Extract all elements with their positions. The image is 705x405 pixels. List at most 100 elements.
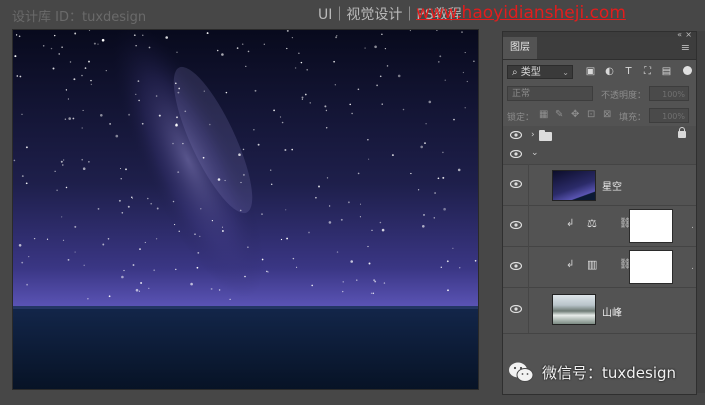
star [417, 189, 420, 191]
more-icon: . [691, 221, 694, 231]
adjustment-filter-icon[interactable]: ◐ [604, 66, 615, 77]
star [336, 251, 339, 253]
star [73, 78, 76, 81]
star [62, 239, 65, 241]
star [155, 238, 158, 240]
fill-field[interactable]: 100% [649, 108, 689, 123]
star [309, 102, 311, 104]
panel-dock-edge [697, 31, 705, 393]
chevron-down-icon[interactable]: ⌄ [531, 148, 539, 158]
blend-row: 正常 不透明度： 100% [503, 82, 696, 104]
smart-object-filter-icon[interactable]: ▤ [661, 66, 672, 77]
shape-filter-icon[interactable]: ⛶ [642, 66, 653, 77]
star [18, 244, 22, 247]
star [464, 52, 466, 54]
text-filter-icon[interactable]: T [623, 66, 634, 77]
tab-layers[interactable]: 图层 [503, 37, 537, 59]
filter-kind-select[interactable]: ⌕ 类型 ⌄ [507, 65, 573, 79]
star [74, 32, 77, 35]
star [150, 202, 153, 205]
star [217, 178, 221, 181]
star [97, 43, 99, 45]
eye-icon[interactable] [510, 221, 522, 229]
star [281, 121, 284, 124]
star [373, 279, 376, 282]
eye-icon[interactable] [510, 180, 522, 188]
layer-starry-sky[interactable]: 星空 [503, 164, 696, 206]
star [311, 284, 314, 287]
lock-position-icon[interactable]: ✥ [571, 109, 579, 120]
document-canvas[interactable] [12, 29, 479, 390]
lock-artboard-icon[interactable]: ⊡ [587, 109, 595, 120]
star [133, 34, 136, 37]
star [61, 216, 63, 218]
star [328, 205, 331, 207]
star [359, 203, 362, 205]
star [466, 80, 468, 83]
star [254, 89, 257, 92]
star [442, 151, 444, 154]
lock-transparent-icon[interactable]: ▦ [539, 109, 548, 120]
chevron-right-icon[interactable]: › [531, 130, 535, 140]
star [135, 93, 137, 96]
layer-adjustment-gradient-map[interactable]: ↲ ▥ ⛓ . [503, 246, 696, 288]
star [457, 168, 461, 172]
star [148, 46, 151, 49]
star [440, 266, 443, 269]
star [123, 269, 125, 272]
layer-mask-thumbnail[interactable] [629, 209, 673, 243]
star [349, 103, 351, 106]
filter-toggle[interactable] [683, 66, 692, 75]
star [19, 75, 22, 78]
star [340, 218, 343, 221]
search-icon: ⌕ [512, 67, 521, 78]
star [434, 192, 437, 194]
layer-mountain[interactable]: 山峰 [503, 287, 696, 334]
more-icon: . [691, 262, 694, 272]
star [333, 60, 335, 63]
star [367, 139, 369, 141]
eye-icon[interactable] [510, 262, 522, 270]
image-filter-icon[interactable]: ▣ [585, 66, 596, 77]
star [270, 183, 273, 186]
layer-group-2[interactable]: ⌄ [503, 145, 696, 165]
star [211, 220, 213, 222]
star [65, 89, 68, 91]
eye-icon[interactable] [510, 150, 522, 158]
star [63, 159, 65, 161]
star [379, 75, 382, 78]
eye-icon[interactable] [510, 305, 522, 313]
lock-pixels-icon[interactable]: ✎ [555, 109, 563, 120]
star [210, 287, 213, 290]
layer-adjustment-balance[interactable]: ↲ ⚖ ⛓ . [503, 205, 696, 247]
star [97, 208, 100, 210]
star [175, 123, 178, 126]
wechat-watermark: 微信号：tuxdesign [508, 358, 698, 386]
star [194, 233, 196, 235]
star [464, 107, 466, 109]
star [69, 61, 72, 63]
star [442, 176, 445, 179]
layer-group-1[interactable]: › [503, 126, 696, 146]
star [424, 142, 426, 144]
lock-label: 锁定： [507, 113, 535, 123]
panel-menu-icon[interactable]: ≡ [681, 41, 690, 54]
star [364, 47, 366, 49]
star [81, 158, 83, 161]
star [90, 79, 92, 82]
blend-mode-select[interactable]: 正常 [507, 86, 593, 101]
star [67, 98, 69, 100]
star [221, 226, 224, 228]
watermark-url: www.haoyidiansheji.com [416, 3, 626, 23]
star [292, 257, 295, 260]
eye-icon[interactable] [510, 131, 522, 139]
star [125, 168, 127, 171]
star [425, 123, 427, 125]
star [88, 60, 90, 63]
layer-mask-thumbnail[interactable] [629, 250, 673, 284]
star [304, 93, 307, 96]
lock-all-icon[interactable]: ⊠ [603, 109, 611, 120]
star [81, 127, 83, 129]
opacity-field[interactable]: 100% [649, 86, 689, 101]
star [200, 208, 202, 210]
